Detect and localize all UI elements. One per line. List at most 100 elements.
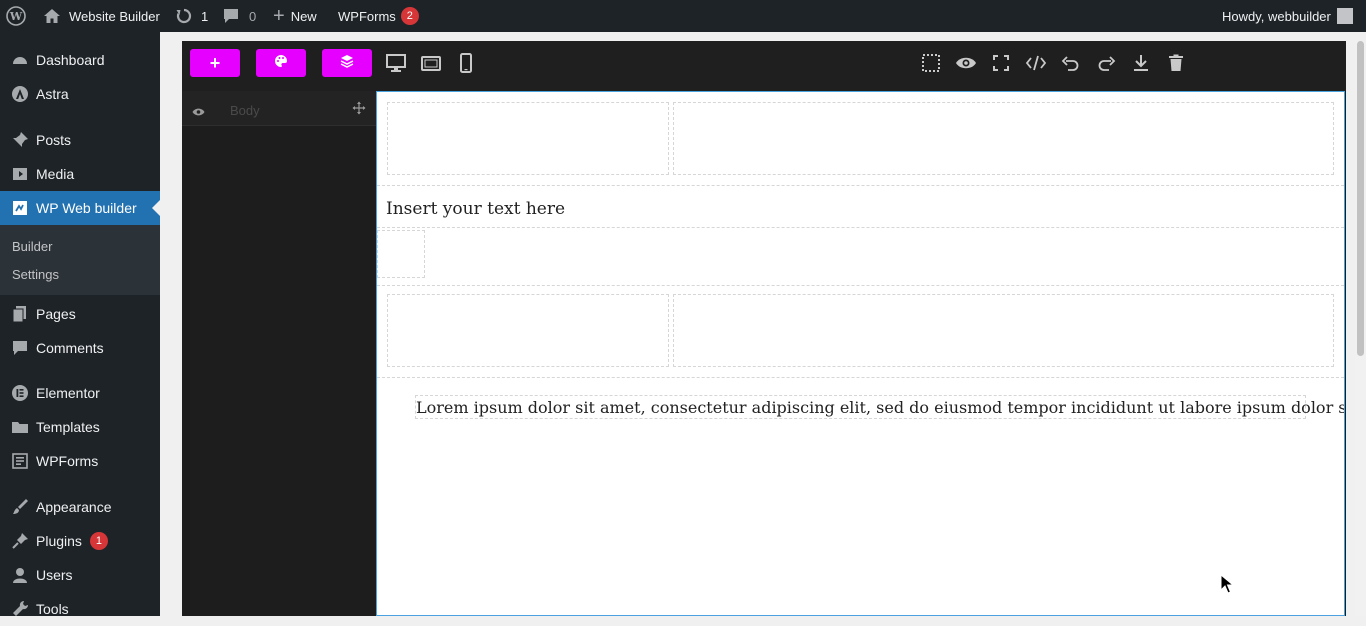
mobile-device-icon[interactable] [454,51,478,75]
pages-icon [10,304,30,324]
layer-visibility-eye-icon[interactable] [192,104,205,122]
row-2-cell-right[interactable] [673,294,1334,367]
row-divider [377,285,1344,286]
empty-image-cell[interactable] [377,230,425,278]
row-divider [377,227,1344,228]
new-label: New [290,8,317,24]
plugin-icon [10,531,30,551]
row-divider [377,377,1344,378]
admin-bar: W Website Builder 1 0 + New WPForms 2 Ho… [0,0,1366,32]
sidebar-item-elementor[interactable]: Elementor [0,376,160,410]
layer-move-arrows-icon[interactable] [352,101,366,120]
sidebar-item-label: Appearance [36,499,112,515]
sidebar-item-media[interactable]: Media [0,157,160,191]
sidebar-item-label: Pages [36,306,76,322]
row-divider [377,185,1344,186]
layer-name: Body [230,103,260,118]
trash-icon[interactable] [1164,51,1188,75]
lorem-text-box[interactable]: Lorem ipsum dolor sit amet, consectetur … [415,395,1344,419]
code-icon[interactable] [1024,51,1048,75]
updates-link[interactable]: 1 [175,0,208,32]
builder-toolbar: + [182,41,1346,91]
add-blocks-button[interactable]: + [190,49,240,77]
submenu-item-settings[interactable]: Settings [12,267,59,282]
layer-panel: Body [182,91,376,616]
folder-icon [10,417,30,437]
sidebar-item-astra[interactable]: Astra [0,77,160,111]
admin-sidebar: Dashboard Astra Posts Media WP Web build… [0,32,160,617]
avatar [1336,8,1353,24]
submenu-item-builder[interactable]: Builder [12,239,52,254]
sidebar-item-wpforms[interactable]: WPForms [0,444,160,478]
tablet-device-icon[interactable] [419,51,443,75]
row-2-cell-left[interactable] [387,294,669,367]
sidebar-item-label: Media [36,166,75,182]
elementor-icon [10,383,30,403]
sidebar-item-label: WPForms [36,453,99,469]
palette-icon [274,54,288,73]
row-1-cell-left[interactable] [387,102,669,175]
svg-text:W: W [9,10,23,23]
preview-eye-icon[interactable] [954,51,978,75]
refresh-icon [175,7,193,25]
fullscreen-icon[interactable] [989,51,1013,75]
sidebar-item-posts[interactable]: Posts [0,123,160,157]
sidebar-item-label: Users [36,567,73,583]
lorem-paragraph: Lorem ipsum dolor sit amet, consectetur … [416,398,1345,417]
pin-icon [10,130,30,150]
sidebar-item-label: WP Web builder [36,200,137,216]
row-1-cell-right[interactable] [673,102,1334,175]
builder-icon [10,198,30,218]
download-icon[interactable] [1129,51,1153,75]
new-content-link[interactable]: + New [273,0,317,32]
sidebar-item-users[interactable]: Users [0,558,160,592]
users-icon [10,565,30,585]
text-block[interactable]: Insert your text here [386,199,565,219]
scrollbar-thumb[interactable] [1357,41,1364,356]
plus-icon: + [209,53,221,73]
desktop-device-icon[interactable] [384,51,408,75]
comments-icon [10,338,30,358]
sidebar-item-label: Comments [36,340,104,356]
builder-canvas[interactable]: Insert your text here Lorem ipsum dolor … [376,91,1345,616]
sidebar-item-dashboard[interactable]: Dashboard [0,43,160,77]
howdy-text: Howdy, webbuilder [1222,8,1331,24]
brush-icon [10,497,30,517]
sidebar-item-comments[interactable]: Comments [0,331,160,365]
sidebar-item-templates[interactable]: Templates [0,410,160,444]
plugins-update-badge: 1 [89,532,108,550]
sidebar-item-label: Plugins [36,533,82,549]
media-icon [10,164,30,184]
mouse-cursor-icon [1220,573,1235,599]
wpforms-label: WPForms [338,8,396,24]
redo-icon[interactable] [1094,51,1118,75]
sidebar-item-label: Astra [36,86,69,102]
account-link[interactable]: Howdy, webbuilder [1222,0,1353,32]
sidebar-item-wp-web-builder[interactable]: WP Web builder [0,191,160,225]
sidebar-item-appearance[interactable]: Appearance [0,490,160,524]
sidebar-item-tools[interactable]: Tools [0,592,160,626]
wpforms-link[interactable]: WPForms 2 [338,0,419,32]
style-manager-button[interactable] [256,49,306,77]
site-name-link[interactable]: Website Builder [43,0,160,32]
wrench-icon [10,599,30,619]
sidebar-item-label: Tools [36,601,69,617]
sidebar-item-plugins[interactable]: Plugins 1 [0,524,160,558]
wpforms-badge: 2 [400,7,419,25]
home-icon [43,8,61,24]
comments-count: 0 [249,8,257,24]
wordpress-logo-icon[interactable]: W [6,0,26,32]
plus-icon: + [273,5,285,27]
layer-manager-button[interactable] [322,49,372,77]
sidebar-item-pages[interactable]: Pages [0,297,160,331]
layer-row-body[interactable]: Body [182,91,376,126]
updates-count: 1 [201,8,209,24]
builder-submenu: Builder Settings [0,225,160,295]
page-scrollbar[interactable] [1355,41,1366,616]
component-outline-icon[interactable] [919,51,943,75]
sidebar-item-label: Dashboard [36,52,105,68]
comment-bubble-icon [222,8,240,24]
undo-icon[interactable] [1059,51,1083,75]
comments-link[interactable]: 0 [222,0,256,32]
sidebar-item-label: Elementor [36,385,100,401]
